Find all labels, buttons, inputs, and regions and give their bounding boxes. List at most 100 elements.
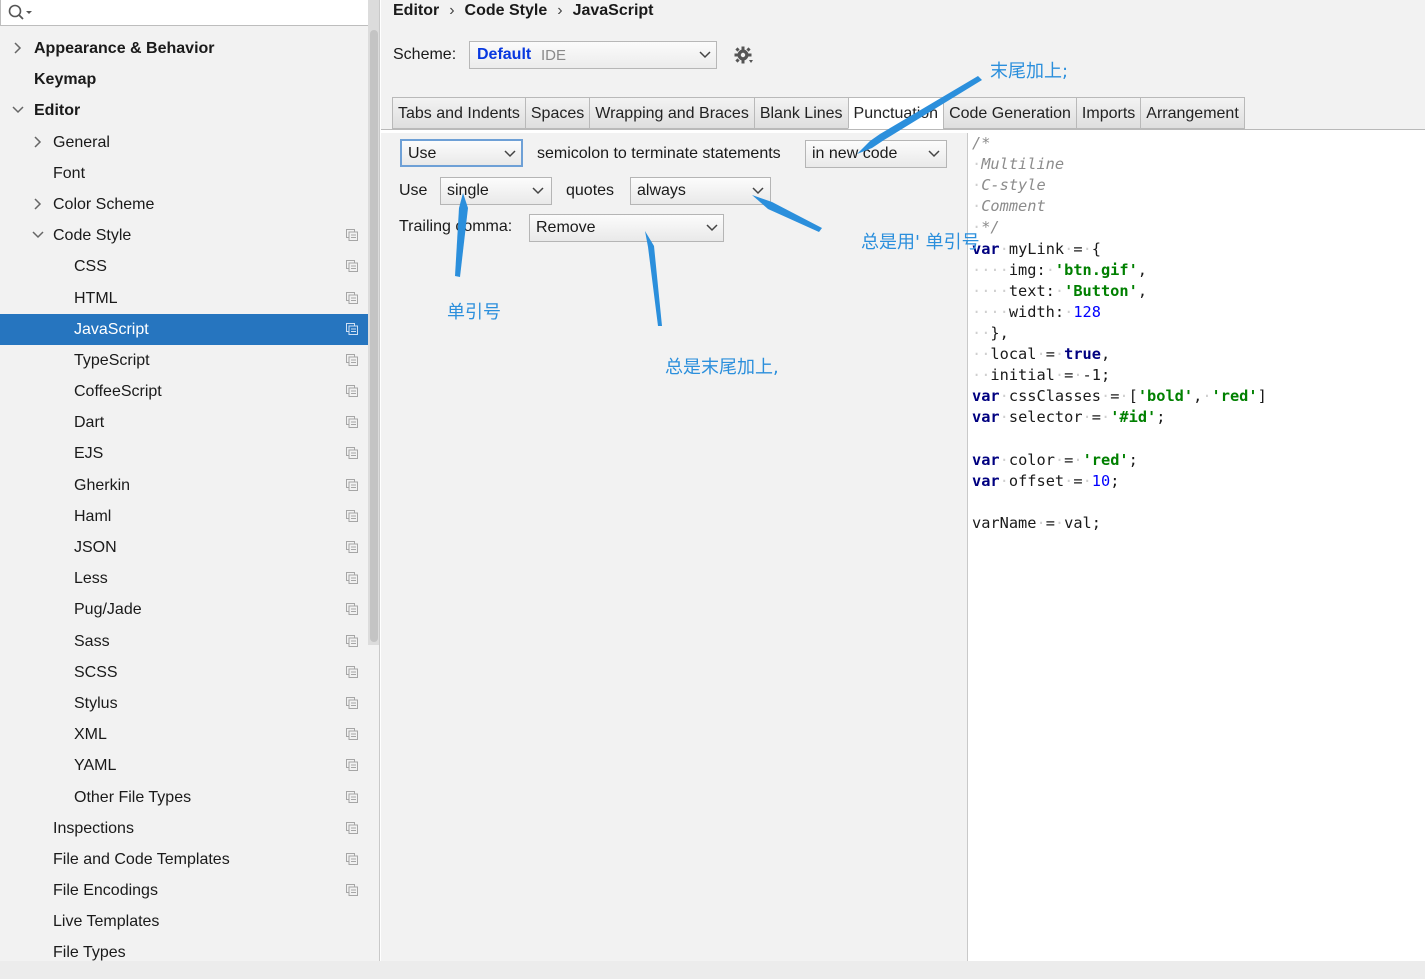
settings-search-input[interactable] xyxy=(0,0,372,26)
sidebar-item-label: HTML xyxy=(74,289,118,307)
code-line: /* xyxy=(972,133,990,154)
chevron-down-icon[interactable] xyxy=(11,95,25,126)
sidebar-item-label: Font xyxy=(53,164,86,182)
sidebar-item[interactable]: TypeScript xyxy=(0,345,379,376)
tab-arrangement[interactable]: Arrangement xyxy=(1140,97,1245,129)
sidebar-item-label: File and Code Templates xyxy=(53,850,230,868)
quote-when-dropdown[interactable]: always xyxy=(630,177,771,205)
sidebar-item[interactable]: CSS xyxy=(0,251,379,282)
scheme-dropdown[interactable]: Default IDE xyxy=(469,41,717,69)
trailing-comma-dropdown[interactable]: Remove xyxy=(529,214,724,242)
chevron-right-icon[interactable] xyxy=(31,189,45,220)
tab-code-generation[interactable]: Code Generation xyxy=(943,97,1076,129)
sidebar-item[interactable]: EJS xyxy=(0,438,379,469)
sidebar-item[interactable]: Keymap xyxy=(0,64,379,95)
code-token: C-style xyxy=(981,176,1046,195)
sidebar-item[interactable]: File and Code Templates xyxy=(0,844,379,875)
project-copy-icon xyxy=(346,509,358,522)
code-token: · xyxy=(972,176,982,195)
code-token: = xyxy=(1073,239,1083,258)
code-token: var xyxy=(972,471,1000,490)
sidebar-item[interactable]: Code Style xyxy=(0,220,379,251)
code-token: , xyxy=(1100,345,1111,363)
code-token: ; xyxy=(1128,450,1138,469)
gear-icon[interactable] xyxy=(734,45,754,65)
code-token: width: xyxy=(1008,302,1065,321)
code-line: var·selector·=·'#id'; xyxy=(972,407,1165,428)
code-token: · xyxy=(972,197,982,216)
code-token: ···· xyxy=(972,302,1009,321)
sidebar-item[interactable]: JSON xyxy=(0,532,379,563)
chevron-down-icon[interactable] xyxy=(31,220,45,251)
sidebar-item[interactable]: Font xyxy=(0,158,379,189)
quotes-label: quotes xyxy=(566,182,615,199)
sidebar-item[interactable]: File Types xyxy=(0,937,379,961)
sidebar-item[interactable]: XML xyxy=(0,719,379,750)
code-token: varName xyxy=(972,513,1037,532)
code-token: ·· xyxy=(972,366,991,385)
sidebar-item[interactable]: Appearance & Behavior xyxy=(0,33,379,64)
code-style-tabs: Tabs and Indents Spaces Wrapping and Brace… xyxy=(392,97,1245,129)
sidebar-item[interactable]: YAML xyxy=(0,750,379,781)
sidebar-item[interactable]: Other File Types xyxy=(0,782,379,813)
annotation-always-trailing: 总是末尾加上, xyxy=(665,357,779,378)
semicolon-mode-dropdown[interactable]: Use xyxy=(400,139,523,167)
sidebar-item[interactable]: SCSS xyxy=(0,657,379,688)
code-token: ·· xyxy=(972,345,991,363)
sidebar-item[interactable]: Pug/Jade xyxy=(0,594,379,625)
tab-spaces[interactable]: Spaces xyxy=(524,97,590,129)
sidebar-item-label: Other File Types xyxy=(74,788,192,806)
chevron-right-icon[interactable] xyxy=(11,33,25,64)
breadcrumb-separator-icon: › xyxy=(557,2,563,19)
project-copy-icon xyxy=(346,541,358,553)
code-token: ; xyxy=(1156,408,1166,427)
code-token: var xyxy=(972,450,1000,469)
sidebar-item[interactable]: Less xyxy=(0,563,379,594)
sidebar-item-label: Color Scheme xyxy=(53,195,155,213)
code-token: · xyxy=(1036,513,1046,532)
tab-wrapping-and-braces[interactable]: Wrapping and Braces xyxy=(589,97,754,129)
annotation-always-single: 总是用' 单引号 xyxy=(861,232,980,253)
tab-blank-lines[interactable]: Blank Lines xyxy=(753,97,848,129)
sidebar-item-label: Less xyxy=(74,570,108,588)
sidebar-item[interactable]: Color Scheme xyxy=(0,189,379,220)
project-copy-icon xyxy=(346,260,358,273)
sidebar-item[interactable]: Dart xyxy=(0,407,379,438)
sidebar-item[interactable]: Sass xyxy=(0,626,379,657)
scheme-name: Default xyxy=(477,46,532,63)
code-preview[interactable]: /* ·Multiline ·C-style ·Comment ·*/var·myLin… xyxy=(967,133,1425,961)
sidebar-item-label: File Types xyxy=(53,944,126,961)
breadcrumb-item: Code Style xyxy=(464,2,548,19)
tab-punctuation[interactable]: Punctuation xyxy=(847,97,944,129)
quote-kind-dropdown[interactable]: single xyxy=(440,177,552,205)
sidebar-item[interactable]: Haml xyxy=(0,501,379,532)
code-token: · xyxy=(1054,345,1065,363)
sidebar-item-label: Keymap xyxy=(34,71,97,89)
search-icon xyxy=(8,4,32,20)
sidebar-item[interactable]: Inspections xyxy=(0,813,379,844)
code-token: · xyxy=(1064,302,1074,321)
sidebar-item[interactable]: Editor xyxy=(0,95,379,126)
sidebar-item[interactable]: JavaScript xyxy=(0,313,379,345)
sidebar-scrollbar[interactable] xyxy=(368,0,379,645)
sidebar-item[interactable]: HTML xyxy=(0,283,379,314)
sidebar-item-label: Gherkin xyxy=(74,476,131,494)
semicolon-scope-dropdown[interactable]: in new code xyxy=(805,140,947,168)
annotation-single-quote: 单引号 xyxy=(447,302,501,323)
code-line: var·cssClasses·=·['bold',·'red'] xyxy=(972,386,1267,407)
sidebar-item[interactable]: Gherkin xyxy=(0,470,379,501)
sidebar-item[interactable]: Stylus xyxy=(0,688,379,719)
code-token: */ xyxy=(981,218,1000,237)
sidebar-item[interactable]: CoffeeScript xyxy=(0,376,379,407)
chevron-right-icon[interactable] xyxy=(31,127,45,158)
code-token: 'red' xyxy=(1082,450,1129,469)
sidebar-item[interactable]: General xyxy=(0,127,379,158)
tab-tabs-and-indents[interactable]: Tabs and Indents xyxy=(392,97,525,129)
code-token: · xyxy=(1082,408,1092,427)
tab-imports[interactable]: Imports xyxy=(1075,97,1141,129)
sidebar-item[interactable]: Live Templates xyxy=(0,906,379,937)
code-token: · xyxy=(1202,387,1212,406)
sidebar-item[interactable]: File Encodings xyxy=(0,875,379,906)
sidebar-scroll-thumb[interactable] xyxy=(370,30,378,642)
code-token: · xyxy=(1054,281,1065,300)
